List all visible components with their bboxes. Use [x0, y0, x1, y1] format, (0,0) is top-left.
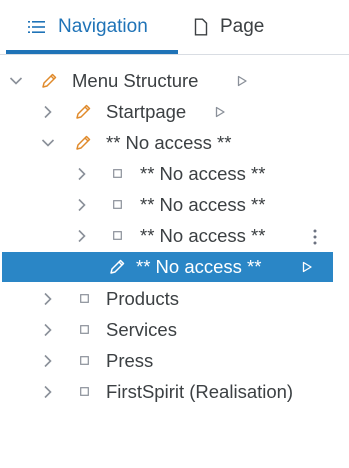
tree-item-label: Services — [106, 319, 177, 340]
tree-item-press[interactable]: Press — [0, 346, 349, 376]
page-node-icon — [80, 356, 89, 365]
tree-item-label: FirstSpirit (Realisation) — [106, 381, 294, 402]
chevron-right-icon[interactable] — [74, 228, 90, 244]
chevron-right-icon[interactable] — [74, 197, 90, 213]
chevron-right-icon[interactable] — [40, 291, 56, 307]
tree-item-firstspirit[interactable]: FirstSpirit (Realisation) — [0, 377, 349, 407]
tree-item-selected[interactable]: ** No access ** — [2, 252, 333, 282]
chevron-right-icon[interactable] — [40, 353, 56, 369]
page-node-icon — [113, 231, 122, 240]
tree-item-label: ** No access ** — [106, 132, 232, 153]
play-icon[interactable] — [214, 106, 226, 118]
tree-item-label: ** No access ** — [140, 225, 266, 246]
tree-item-products[interactable]: Products — [0, 284, 349, 314]
page-node-icon — [80, 387, 89, 396]
tree-item-startpage[interactable]: Startpage — [0, 97, 349, 127]
tree-item-no-access-child-1[interactable]: ** No access ** — [0, 159, 349, 189]
tree-item-label: Press — [106, 350, 154, 371]
tree-item-label: Menu Structure — [72, 70, 199, 91]
tree-item-menu-structure[interactable]: Menu Structure — [0, 66, 349, 96]
tab-bar: Navigation Page — [0, 0, 349, 55]
page-icon — [194, 18, 208, 36]
page-node-icon — [80, 325, 89, 334]
tab-navigation[interactable]: Navigation — [28, 0, 148, 54]
pencil-icon — [76, 104, 91, 119]
chevron-down-icon[interactable] — [40, 135, 56, 151]
play-icon[interactable] — [236, 75, 248, 87]
tree-item-label: ** No access ** — [136, 256, 262, 277]
active-tab-indicator — [6, 50, 178, 54]
tree-item-label: Products — [106, 288, 180, 309]
chevron-right-icon[interactable] — [40, 322, 56, 338]
play-icon[interactable] — [301, 261, 313, 273]
more-vertical-icon[interactable] — [311, 227, 319, 247]
page-node-icon — [80, 294, 89, 303]
chevron-right-icon[interactable] — [40, 104, 56, 120]
tab-page[interactable]: Page — [194, 0, 264, 54]
chevron-right-icon[interactable] — [74, 166, 90, 182]
tree-item-no-access-parent[interactable]: ** No access ** — [0, 128, 349, 158]
chevron-down-icon[interactable] — [8, 73, 24, 89]
chevron-right-icon[interactable] — [40, 384, 56, 400]
tree-item-label: Startpage — [106, 101, 187, 122]
tree-item-no-access-child-2[interactable]: ** No access ** — [0, 190, 349, 220]
tree-item-services[interactable]: Services — [0, 315, 349, 345]
tree-item-no-access-child-3[interactable]: ** No access ** — [0, 221, 349, 251]
page-node-icon — [113, 200, 122, 209]
page-node-icon — [113, 169, 122, 178]
tree-item-label: ** No access ** — [140, 194, 266, 215]
pencil-icon — [76, 135, 91, 150]
pencil-icon — [110, 259, 125, 274]
list-icon — [28, 20, 46, 34]
tab-navigation-label: Navigation — [58, 16, 148, 37]
tab-page-label: Page — [220, 16, 265, 37]
pencil-icon — [42, 73, 57, 88]
tree-item-label: ** No access ** — [140, 163, 266, 184]
